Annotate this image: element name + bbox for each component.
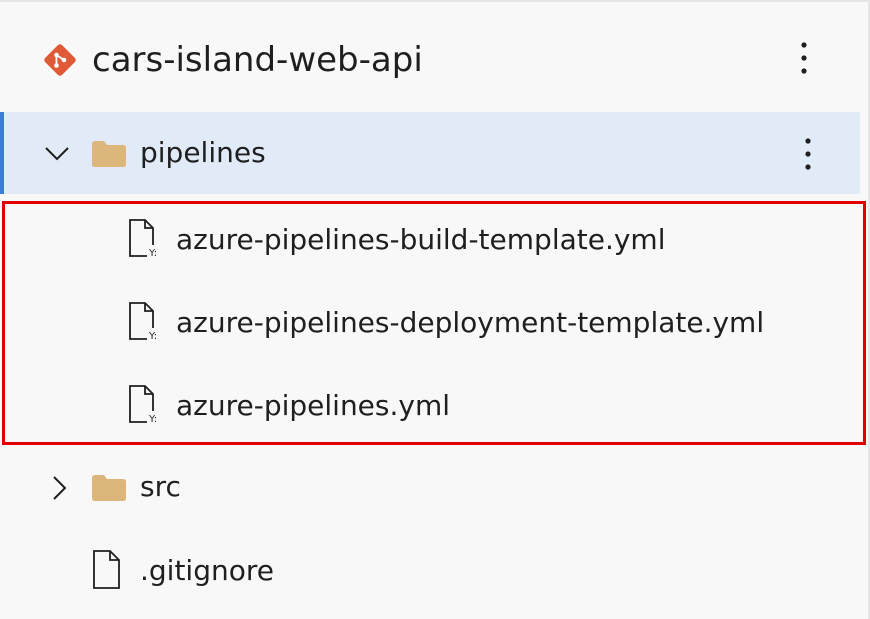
- tree-file-item[interactable]: Y: azure-pipelines-deployment-template.y…: [0, 282, 860, 364]
- repo-more-options-button[interactable]: [792, 38, 816, 78]
- tree-folder-pipelines[interactable]: pipelines: [0, 112, 860, 194]
- tree-file-item[interactable]: Y: azure-pipelines-build-template.yml: [0, 199, 860, 281]
- svg-text:Y:: Y:: [148, 331, 157, 342]
- vertical-ellipsis-icon: [801, 42, 807, 74]
- tree-folder-src[interactable]: src: [0, 447, 860, 529]
- yaml-file-icon: Y:: [129, 385, 162, 425]
- tree-file-label: azure-pipelines.yml: [176, 389, 451, 422]
- file-explorer-panel: cars-island-web-api pipelines Y: azure-p…: [0, 0, 870, 619]
- tree-file-item[interactable]: Y: azure-pipelines.yml: [0, 365, 860, 447]
- yaml-file-icon: Y:: [129, 302, 162, 342]
- tree-file-label: azure-pipelines-deployment-template.yml: [176, 306, 765, 339]
- svg-text:Y:: Y:: [148, 414, 157, 425]
- repo-name[interactable]: cars-island-web-api: [92, 38, 423, 82]
- vertical-ellipsis-icon: [805, 138, 811, 170]
- tree-file-item[interactable]: .gitignore: [0, 530, 860, 612]
- tree-folder-label: pipelines: [140, 136, 266, 169]
- tree-file-label: azure-pipelines-build-template.yml: [176, 223, 666, 256]
- tree-folder-label: src: [140, 470, 181, 503]
- folder-icon: [92, 141, 126, 167]
- folder-more-options-button[interactable]: [796, 134, 820, 174]
- chevron-right-icon[interactable]: [46, 475, 72, 501]
- yaml-file-icon: Y:: [129, 219, 162, 259]
- file-icon: [93, 550, 120, 589]
- folder-icon: [92, 475, 126, 501]
- repo-header: cars-island-web-api: [0, 2, 866, 114]
- tree-file-label: .gitignore: [140, 554, 274, 587]
- git-repo-icon: [44, 44, 76, 76]
- svg-text:Y:: Y:: [148, 248, 157, 259]
- chevron-down-icon[interactable]: [44, 140, 70, 166]
